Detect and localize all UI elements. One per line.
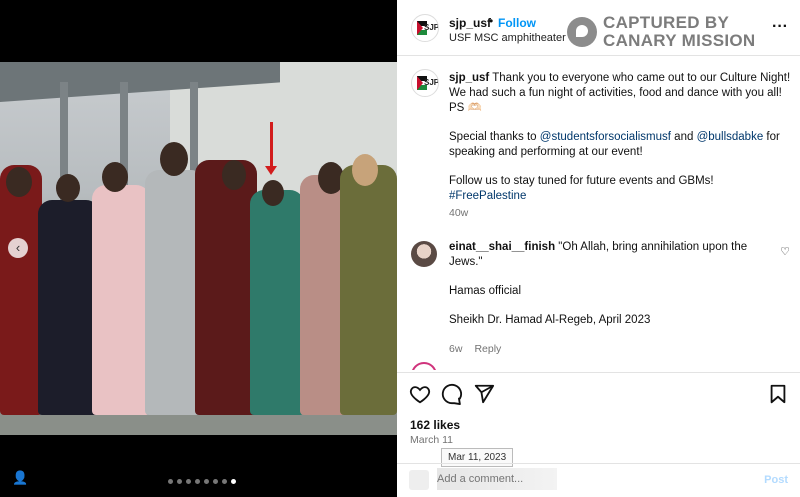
carousel-dot: [213, 479, 218, 484]
carousel-dot: [186, 479, 191, 484]
caption-timestamp[interactable]: 40w: [449, 206, 794, 221]
commenter-avatar[interactable]: [411, 241, 437, 267]
watermark: CAPTURED BY CANARY MISSION: [567, 14, 756, 50]
comment-like-icon[interactable]: ♡: [780, 245, 790, 258]
comment-line-3: Sheikh Dr. Hamad Al-Regeb, April 2023: [449, 314, 651, 326]
caption-username[interactable]: sjp_usf: [449, 72, 489, 84]
mention-link[interactable]: @studentsforsocialismusf: [540, 131, 671, 143]
comment-line-2: Hamas official: [449, 285, 522, 297]
instagram-post-viewer: ‹ 👤 SJP sjp_usf • Follow USF MSC amphith…: [0, 0, 800, 497]
post-header: SJP sjp_usf • Follow USF MSC amphitheate…: [397, 0, 800, 56]
previous-image-button[interactable]: ‹: [8, 238, 28, 258]
header-username[interactable]: sjp_usf: [449, 16, 491, 30]
comment-username[interactable]: einat__shai__finish: [449, 241, 555, 253]
canary-logo-icon: [567, 17, 597, 47]
carousel-dot: [168, 479, 173, 484]
post-actions: 162 likes March 11 Mar 11, 2023 Post: [397, 372, 800, 497]
comments-scroll-area[interactable]: SJP sjp_usf Thank you to everyone who ca…: [397, 57, 800, 370]
watermark-line2: CANARY MISSION: [603, 31, 756, 50]
account-avatar[interactable]: SJP: [411, 14, 439, 42]
follow-button[interactable]: Follow: [498, 16, 536, 30]
comment-composer: Post: [397, 463, 800, 497]
mention-link[interactable]: @bullsdabke: [697, 131, 764, 143]
red-arrow-annotation: [265, 122, 277, 175]
post-caption: sjp_usf Thank you to everyone who came o…: [449, 71, 794, 221]
emoji-picker-icon[interactable]: [409, 470, 429, 490]
avatar-label: SJP: [424, 78, 439, 87]
caption-text-3: Follow us to stay tuned for future event…: [449, 175, 714, 187]
reply-button[interactable]: Reply: [474, 343, 501, 355]
more-options-button[interactable]: ···: [772, 18, 788, 36]
next-comment-avatar[interactable]: [411, 362, 437, 370]
caption-text-1: Thank you to everyone who came out to ou…: [449, 72, 791, 114]
post-date[interactable]: March 11: [410, 434, 453, 446]
caption-text-2b: and: [670, 131, 697, 143]
post-comment-button[interactable]: Post: [764, 474, 788, 486]
caption-text-2: Special thanks to: [449, 131, 540, 143]
caption-avatar[interactable]: SJP: [411, 69, 439, 97]
header-separator: •: [489, 14, 494, 28]
like-count[interactable]: 162 likes: [410, 418, 460, 432]
post-side-panel: SJP sjp_usf • Follow USF MSC amphitheate…: [397, 0, 800, 497]
like-heart-icon[interactable]: [409, 383, 431, 405]
comment-timestamp[interactable]: 6w: [449, 343, 462, 355]
carousel-dot-active: [231, 479, 236, 484]
carousel-dot: [222, 479, 227, 484]
share-paper-plane-icon[interactable]: [473, 383, 495, 405]
post-photo[interactable]: [0, 62, 397, 435]
watermark-line1: CAPTURED BY: [603, 13, 730, 32]
carousel-dot: [204, 479, 209, 484]
media-panel: ‹ 👤: [0, 0, 397, 497]
carousel-dot: [195, 479, 200, 484]
save-bookmark-icon[interactable]: [767, 383, 789, 405]
carousel-dots: [168, 479, 236, 484]
user-tag-icon[interactable]: 👤: [12, 470, 28, 486]
location-link[interactable]: USF MSC amphitheater: [449, 32, 566, 44]
comment-input[interactable]: [437, 468, 557, 490]
carousel-dot: [177, 479, 182, 484]
comment-bubble-icon[interactable]: [441, 383, 463, 405]
comment: einat__shai__finish "Oh Allah, bring ann…: [449, 240, 779, 357]
hashtag-link[interactable]: #FreePalestine: [449, 190, 526, 202]
avatar-label: SJP: [424, 23, 439, 32]
comment-meta: 6w Reply: [449, 342, 779, 357]
